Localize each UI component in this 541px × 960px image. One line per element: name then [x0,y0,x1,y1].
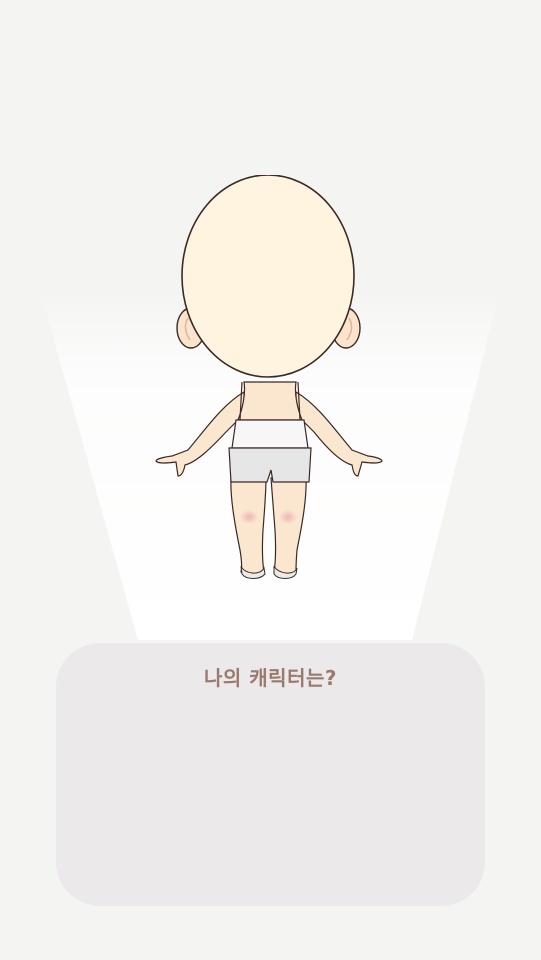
left-leg [230,477,267,579]
panel-title: 나의 캐릭터는? [204,666,337,690]
right-leg [270,477,307,579]
panel-content [76,700,465,886]
head [181,175,355,378]
chibi-character-base-icon[interactable] [150,175,390,585]
torso [228,381,312,483]
character-stage: 나의 캐릭터는? [0,0,541,960]
